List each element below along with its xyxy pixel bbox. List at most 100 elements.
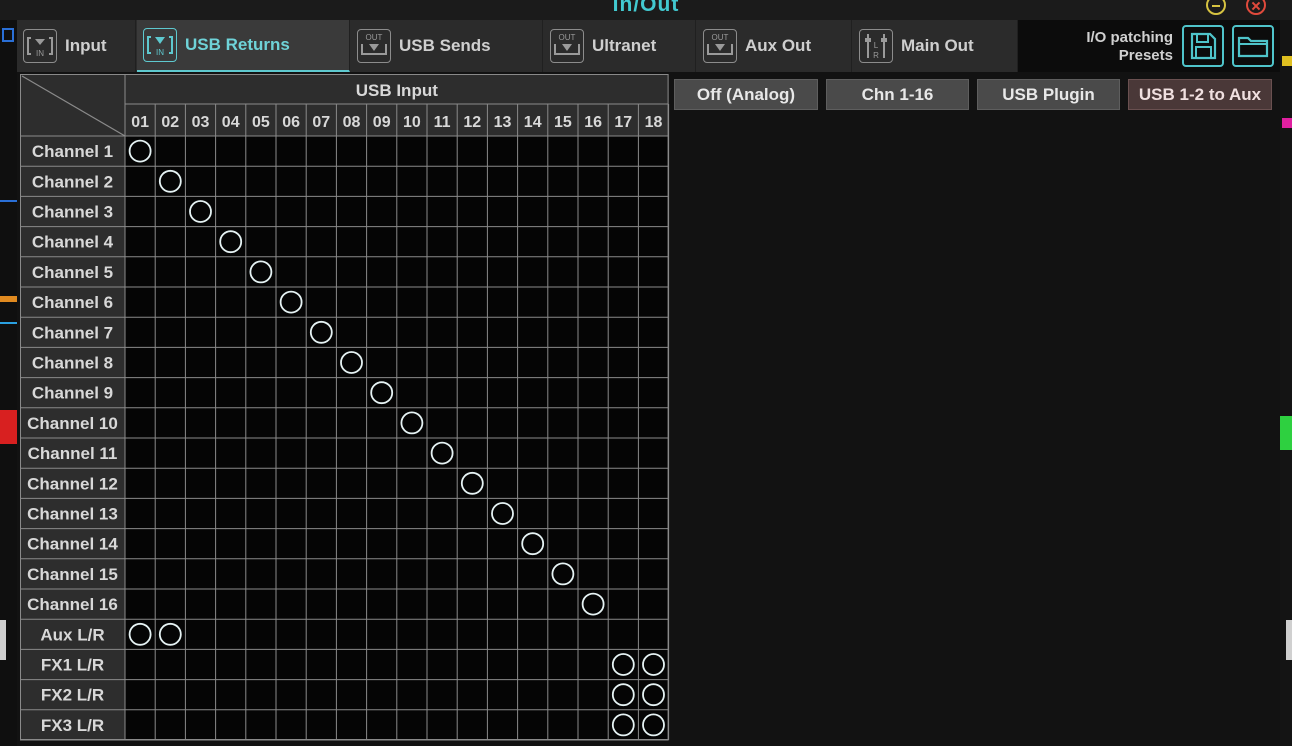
patch-cell[interactable] bbox=[185, 589, 215, 619]
patch-cell[interactable] bbox=[548, 468, 578, 498]
patch-cell[interactable] bbox=[306, 498, 336, 528]
patch-cell[interactable] bbox=[548, 710, 578, 740]
patch-cell[interactable] bbox=[578, 710, 608, 740]
patch-cell[interactable] bbox=[336, 438, 366, 468]
patch-cell[interactable] bbox=[548, 378, 578, 408]
patch-cell[interactable] bbox=[306, 408, 336, 438]
patch-cell[interactable] bbox=[578, 619, 608, 649]
patch-cell[interactable] bbox=[518, 196, 548, 226]
patch-cell[interactable] bbox=[608, 317, 638, 347]
patch-cell[interactable] bbox=[185, 166, 215, 196]
patch-cell[interactable] bbox=[336, 468, 366, 498]
patch-cell[interactable] bbox=[578, 166, 608, 196]
patch-cell[interactable] bbox=[397, 287, 427, 317]
patch-cell[interactable] bbox=[548, 287, 578, 317]
patch-cell[interactable] bbox=[336, 559, 366, 589]
patch-cell[interactable] bbox=[336, 196, 366, 226]
patch-cell[interactable] bbox=[185, 619, 215, 649]
patch-cell[interactable] bbox=[608, 589, 638, 619]
patch-cell[interactable] bbox=[397, 589, 427, 619]
patch-cell[interactable] bbox=[155, 710, 185, 740]
patch-cell[interactable] bbox=[367, 498, 397, 528]
patch-cell[interactable] bbox=[155, 498, 185, 528]
patch-cell[interactable] bbox=[548, 619, 578, 649]
patch-cell[interactable] bbox=[276, 589, 306, 619]
patch-cell[interactable] bbox=[155, 317, 185, 347]
patch-cell[interactable] bbox=[608, 408, 638, 438]
patch-cell[interactable] bbox=[276, 347, 306, 377]
patch-cell[interactable] bbox=[457, 378, 487, 408]
patch-cell[interactable] bbox=[397, 196, 427, 226]
usb-plugin-button[interactable]: USB Plugin bbox=[977, 79, 1120, 110]
patch-cell[interactable] bbox=[155, 196, 185, 226]
patch-cell[interactable] bbox=[125, 227, 155, 257]
patch-cell[interactable] bbox=[216, 498, 246, 528]
patch-cell[interactable] bbox=[276, 257, 306, 287]
patch-cell[interactable] bbox=[125, 680, 155, 710]
patch-cell[interactable] bbox=[246, 378, 276, 408]
patch-cell[interactable] bbox=[638, 136, 668, 166]
patch-cell[interactable] bbox=[518, 257, 548, 287]
patch-cell[interactable] bbox=[125, 468, 155, 498]
patch-cell[interactable] bbox=[608, 529, 638, 559]
tab-main-out[interactable]: LR Main Out bbox=[853, 20, 1018, 72]
patch-cell[interactable] bbox=[276, 408, 306, 438]
patch-cell[interactable] bbox=[246, 559, 276, 589]
patch-cell[interactable] bbox=[155, 649, 185, 679]
patch-cell[interactable] bbox=[336, 317, 366, 347]
patch-cell[interactable] bbox=[367, 468, 397, 498]
patch-cell[interactable] bbox=[367, 347, 397, 377]
patch-cell[interactable] bbox=[608, 619, 638, 649]
patch-cell[interactable] bbox=[246, 317, 276, 347]
patch-cell[interactable] bbox=[427, 347, 457, 377]
patch-cell[interactable] bbox=[457, 619, 487, 649]
patch-cell[interactable] bbox=[518, 559, 548, 589]
patch-cell[interactable] bbox=[457, 347, 487, 377]
patch-cell[interactable] bbox=[427, 529, 457, 559]
patch-cell[interactable] bbox=[518, 378, 548, 408]
patch-cell[interactable] bbox=[578, 468, 608, 498]
load-preset-button[interactable] bbox=[1232, 25, 1274, 67]
patch-cell[interactable] bbox=[548, 680, 578, 710]
chn-1-16-button[interactable]: Chn 1-16 bbox=[826, 79, 969, 110]
patch-cell[interactable] bbox=[155, 378, 185, 408]
patch-cell[interactable] bbox=[397, 166, 427, 196]
patch-cell[interactable] bbox=[397, 498, 427, 528]
patch-cell[interactable] bbox=[155, 257, 185, 287]
patch-cell[interactable] bbox=[548, 257, 578, 287]
patch-cell[interactable] bbox=[457, 227, 487, 257]
patch-cell[interactable] bbox=[608, 136, 638, 166]
patch-cell[interactable] bbox=[397, 559, 427, 589]
patch-cell[interactable] bbox=[367, 227, 397, 257]
patch-cell[interactable] bbox=[397, 227, 427, 257]
patch-cell[interactable] bbox=[457, 498, 487, 528]
patch-cell[interactable] bbox=[367, 166, 397, 196]
off-analog-button[interactable]: Off (Analog) bbox=[674, 79, 818, 110]
patch-cell[interactable] bbox=[578, 227, 608, 257]
patch-cell[interactable] bbox=[397, 378, 427, 408]
patch-cell[interactable] bbox=[306, 468, 336, 498]
patch-cell[interactable] bbox=[306, 136, 336, 166]
patch-cell[interactable] bbox=[216, 347, 246, 377]
patch-cell[interactable] bbox=[518, 347, 548, 377]
patch-cell[interactable] bbox=[427, 287, 457, 317]
patch-cell[interactable] bbox=[246, 468, 276, 498]
patch-cell[interactable] bbox=[578, 408, 608, 438]
patch-cell[interactable] bbox=[518, 468, 548, 498]
patch-cell[interactable] bbox=[578, 529, 608, 559]
patch-cell[interactable] bbox=[578, 438, 608, 468]
patch-cell[interactable] bbox=[246, 680, 276, 710]
patch-cell[interactable] bbox=[397, 619, 427, 649]
patch-cell[interactable] bbox=[638, 468, 668, 498]
patch-cell[interactable] bbox=[608, 257, 638, 287]
patch-cell[interactable] bbox=[306, 438, 336, 468]
patch-cell[interactable] bbox=[125, 589, 155, 619]
patch-cell[interactable] bbox=[367, 619, 397, 649]
patch-cell[interactable] bbox=[276, 468, 306, 498]
patch-cell[interactable] bbox=[216, 317, 246, 347]
patch-cell[interactable] bbox=[638, 227, 668, 257]
patch-cell[interactable] bbox=[336, 498, 366, 528]
patch-cell[interactable] bbox=[638, 317, 668, 347]
patch-cell[interactable] bbox=[246, 408, 276, 438]
patch-cell[interactable] bbox=[155, 559, 185, 589]
